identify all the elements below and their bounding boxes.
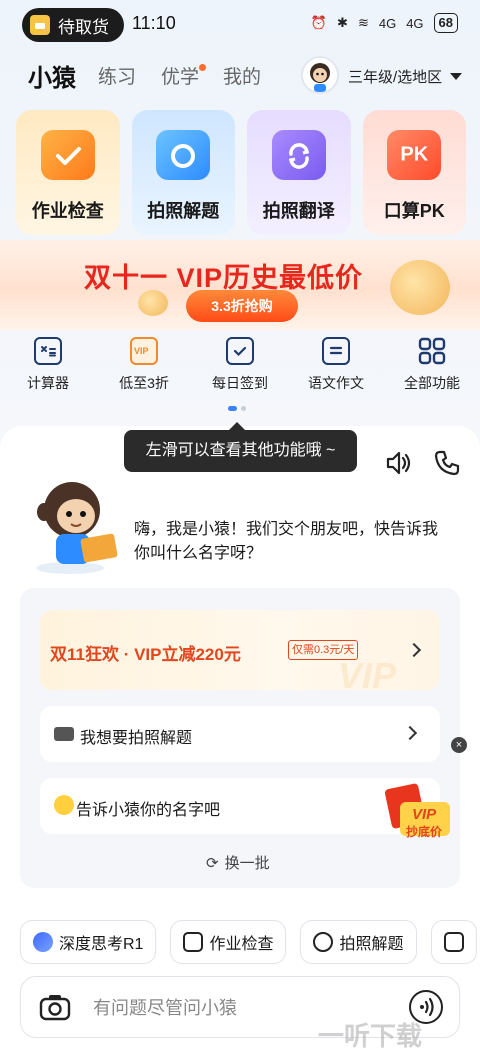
package-icon (30, 15, 50, 35)
quick-link-all[interactable]: 全部功能 (384, 335, 480, 401)
chip-label: 深度思考R1 (59, 936, 144, 953)
suggestion-text: 我想要拍照解题 (80, 730, 193, 747)
feature-photo-solve[interactable]: 拍照解题 (131, 110, 235, 235)
chip-label: 拍照解题 (339, 936, 404, 953)
quick-link-essay[interactable]: 语文作文 (288, 335, 384, 401)
speaker-button[interactable] (383, 448, 413, 478)
promo-tag: 仅需0.3元/天 (288, 640, 359, 660)
mascot-avatar (30, 476, 122, 576)
notification-dot (199, 64, 206, 71)
camera-button[interactable] (39, 993, 71, 1021)
check-icon (40, 130, 95, 180)
tab-xiaoyuan[interactable]: 小猿 (28, 58, 76, 93)
phone-icon (434, 450, 460, 476)
gift-icon (390, 260, 450, 315)
banner-cta-button[interactable]: 3.3折抢购 (186, 290, 298, 322)
promo-watermark: VIP (338, 655, 397, 696)
chip-deep-think[interactable]: 深度思考R1 (20, 920, 157, 964)
vip-sticker[interactable]: VIP 抄底价 (382, 772, 452, 844)
close-icon[interactable]: × (451, 737, 467, 753)
feature-cards: 作业检查 拍照解题 拍照翻译 PK 口算PK (16, 110, 466, 235)
more-icon (443, 932, 464, 952)
smile-icon (54, 795, 74, 815)
signal-icon: 4G (406, 15, 424, 31)
quick-link-label: 语文作文 (308, 375, 364, 391)
status-bar: 待取货 11:10 ⏰ ✱ ≋ 4G 4G 68 (0, 0, 480, 50)
feature-label: 拍照解题 (147, 201, 220, 221)
quick-link-calculator[interactable]: 计算器 (0, 335, 96, 401)
caret-down-icon[interactable] (450, 73, 462, 80)
coin-icon (138, 290, 168, 316)
document-icon (322, 337, 350, 365)
swipe-tooltip: 左滑可以查看其他功能哦 ~ (124, 422, 357, 472)
pk-icon: PK (387, 130, 442, 180)
bluetooth-icon: ✱ (337, 15, 348, 30)
status-icons: ⏰ ✱ ≋ 4G 4G 68 (311, 13, 458, 33)
feature-photo-translate[interactable]: 拍照翻译 (247, 110, 351, 235)
assistant-greeting: 嗨，我是小猿！我们交个朋友吧，快告诉我你叫什么名字呀？ (134, 521, 439, 562)
camera-icon (54, 727, 74, 741)
promo-text: 双11狂欢 · VIP立减220元 (50, 645, 241, 664)
quick-link-vip[interactable]: VIP 低至3折 (96, 335, 192, 401)
quick-link-label: 低至3折 (119, 375, 169, 391)
grid-icon (418, 337, 446, 365)
vip-icon: VIP (130, 337, 158, 365)
quick-link-label: 全部功能 (404, 375, 460, 391)
tab-practice[interactable]: 练习 (98, 62, 136, 89)
translate-icon (271, 130, 326, 180)
pickup-pill[interactable]: 待取货 (22, 8, 124, 42)
chip-more[interactable] (430, 920, 477, 964)
quick-links: 计算器 VIP 低至3折 每日签到 语文作文 全部功能 (0, 335, 480, 401)
swap-button[interactable]: ⟳ 换一批 (206, 852, 270, 873)
chip-label: 作业检查 (209, 936, 274, 953)
alarm-icon: ⏰ (310, 15, 328, 30)
camera-icon (313, 932, 334, 952)
tab-youxue[interactable]: 优学 (161, 62, 199, 89)
wifi-icon: ≋ (357, 15, 369, 30)
chip-homework-check[interactable]: 作业检查 (170, 920, 287, 964)
feature-label: 作业检查 (31, 201, 104, 221)
tab-mine[interactable]: 我的 (223, 62, 261, 89)
pickup-label: 待取货 (58, 17, 109, 37)
battery-icon: 68 (433, 13, 458, 33)
quick-link-label: 计算器 (27, 375, 69, 391)
grade-selector[interactable]: 三年级/选地区 (348, 66, 442, 87)
site-watermark: 一听下载 (318, 1021, 423, 1051)
calculator-icon (34, 337, 62, 365)
quick-link-label: 每日签到 (212, 375, 268, 391)
check-doc-icon (183, 932, 204, 952)
camera-icon (39, 995, 71, 1021)
pk-glyph: PK (400, 143, 429, 166)
calendar-check-icon (226, 337, 254, 365)
page-indicator (228, 406, 246, 411)
call-button[interactable] (432, 448, 462, 478)
shortcut-chips: 深度思考R1 作业检查 拍照解题 (20, 920, 480, 964)
refresh-icon: ⟳ (206, 854, 219, 872)
feature-homework-check[interactable]: 作业检查 (16, 110, 120, 235)
feature-label: 口算PK (383, 201, 445, 221)
chip-photo-solve[interactable]: 拍照解题 (300, 920, 417, 964)
quick-link-checkin[interactable]: 每日签到 (192, 335, 288, 401)
page-dot (241, 406, 246, 411)
status-time: 11:10 (132, 13, 176, 33)
signal-icon: 4G (378, 15, 397, 31)
page-dot-active (228, 406, 237, 411)
feature-mental-math-pk[interactable]: PK 口算PK (362, 110, 466, 235)
sticker-vip: VIP (412, 806, 437, 823)
swap-label: 换一批 (224, 855, 270, 872)
promo-banner[interactable]: 双十一 VIP历史最低价 3.3折抢购 (0, 240, 480, 330)
camera-icon (156, 130, 211, 180)
feature-label: 拍照翻译 (262, 201, 335, 221)
top-nav: 小猿 练习 优学 我的 三年级/选地区 (0, 52, 480, 102)
avatar[interactable] (301, 56, 339, 94)
speaker-icon (386, 451, 411, 475)
suggestion-text: 告诉小猿你的名字吧 (76, 802, 221, 819)
vip-glyph: VIP (134, 346, 149, 356)
deep-think-icon (33, 932, 53, 952)
sticker-label: 抄底价 (406, 825, 443, 839)
